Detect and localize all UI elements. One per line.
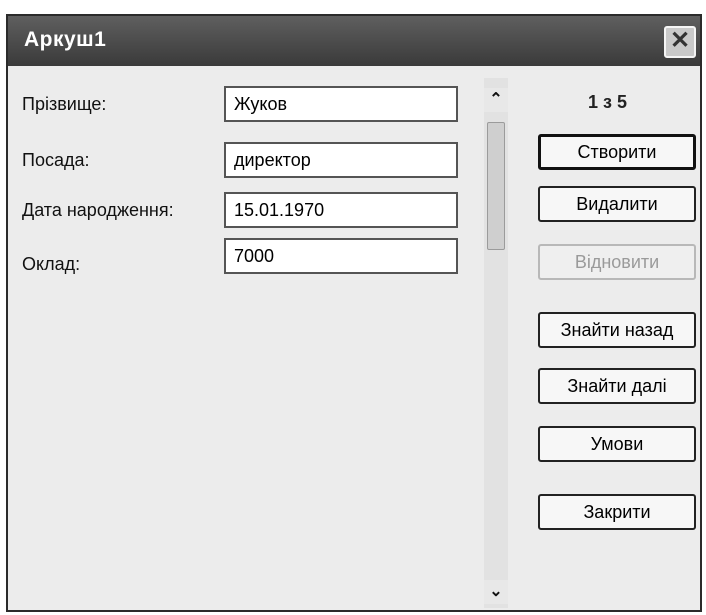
birthdate-field[interactable] <box>224 192 458 228</box>
surname-field[interactable] <box>224 86 458 122</box>
position-field[interactable] <box>224 142 458 178</box>
title-bar[interactable]: Аркуш1 ✕ <box>8 16 700 66</box>
find-next-button[interactable]: Знайти далі <box>538 368 696 404</box>
close-button[interactable]: Закрити <box>538 494 696 530</box>
data-form-dialog: Аркуш1 ✕ Прізвище: Посада: Дата народжен… <box>6 14 702 612</box>
scroll-up-button[interactable]: ⌃ <box>484 88 508 112</box>
create-button[interactable]: Створити <box>538 134 696 170</box>
close-window-button[interactable]: ✕ <box>664 26 696 58</box>
find-prev-button[interactable]: Знайти назад <box>538 312 696 348</box>
scroll-down-button[interactable]: ⌄ <box>484 580 508 604</box>
delete-button[interactable]: Видалити <box>538 186 696 222</box>
record-counter: 1 з 5 <box>588 92 627 112</box>
restore-button: Відновити <box>538 244 696 280</box>
salary-label: Оклад: <box>22 254 81 274</box>
salary-field[interactable] <box>224 238 458 274</box>
window-title: Аркуш1 <box>24 28 107 51</box>
criteria-button[interactable]: Умови <box>538 426 696 462</box>
scroll-thumb[interactable] <box>487 122 505 250</box>
birthdate-label: Дата народження: <box>22 200 174 220</box>
chevron-up-icon: ⌃ <box>489 91 503 108</box>
close-icon: ✕ <box>669 27 691 54</box>
position-label: Посада: <box>22 150 90 170</box>
surname-label: Прізвище: <box>22 94 107 114</box>
chevron-down-icon: ⌄ <box>489 583 503 600</box>
record-scrollbar[interactable]: ⌃ ⌄ <box>484 78 508 608</box>
